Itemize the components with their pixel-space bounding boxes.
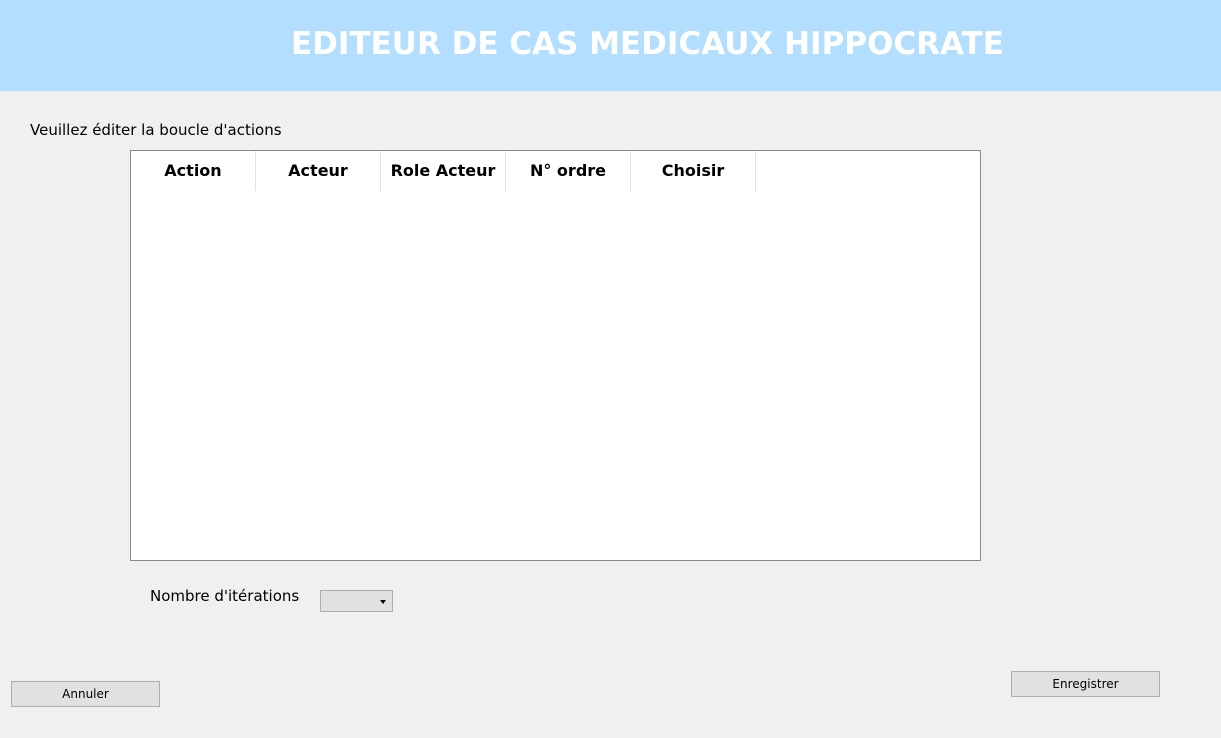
save-button[interactable]: Enregistrer <box>1011 671 1160 697</box>
column-header-choisir[interactable]: Choisir <box>631 151 756 191</box>
column-header-role-acteur[interactable]: Role Acteur <box>381 151 506 191</box>
cancel-button[interactable]: Annuler <box>11 681 160 707</box>
app-header: EDITEUR DE CAS MEDICAUX HIPPOCRATE <box>0 0 1221 91</box>
column-header-acteur[interactable]: Acteur <box>256 151 381 191</box>
app-title: EDITEUR DE CAS MEDICAUX HIPPOCRATE <box>291 26 1004 62</box>
actions-table[interactable]: Action Acteur Role Acteur N° ordre Chois… <box>130 150 981 561</box>
column-header-action[interactable]: Action <box>131 151 256 191</box>
table-header: Action Acteur Role Acteur N° ordre Chois… <box>131 151 756 191</box>
column-header-ordre[interactable]: N° ordre <box>506 151 631 191</box>
instruction-label: Veuillez éditer la boucle d'actions <box>30 121 282 139</box>
iterations-select[interactable] <box>320 590 393 612</box>
chevron-down-icon <box>380 600 386 604</box>
iterations-label: Nombre d'itérations <box>150 587 300 605</box>
